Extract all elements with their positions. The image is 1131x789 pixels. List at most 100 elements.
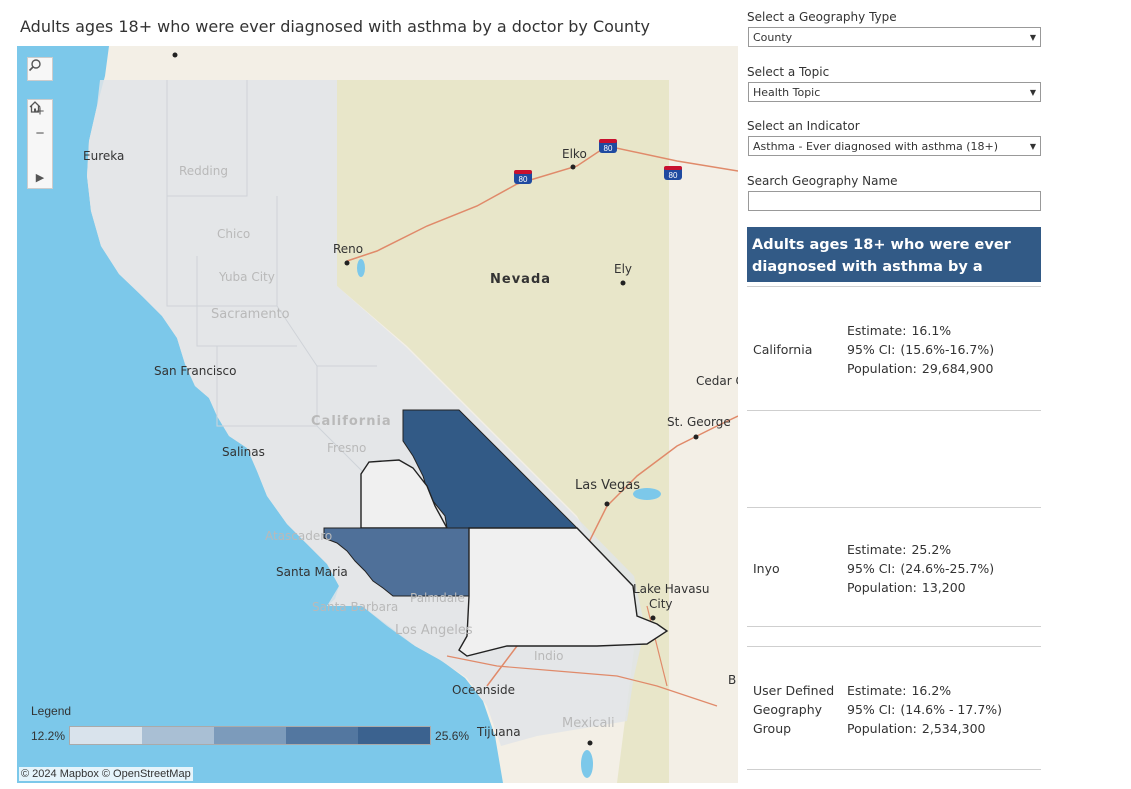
topic-label: Select a Topic	[747, 65, 830, 79]
ci-label: 95% CI:	[847, 702, 896, 717]
lake-tahoe	[357, 259, 365, 277]
interstate-80-shield-3-text: 80	[669, 171, 678, 180]
label-los-angeles: Los Angeles	[395, 623, 473, 638]
legend-swatch-4	[286, 727, 359, 744]
label-las-vegas: Las Vegas	[575, 478, 640, 493]
dot-las-vegas	[604, 501, 610, 507]
topic-value: Health Topic	[753, 85, 821, 99]
ci-value: (14.6% - 17.7%)	[900, 702, 1003, 717]
search-geography-input[interactable]	[748, 191, 1041, 211]
map[interactable]: 80 80 80 Eureka Elko Reno Nevada Ely Red…	[17, 46, 738, 783]
legend-max: 25.6%	[435, 728, 470, 743]
label-atascadero: Atascadero	[265, 529, 333, 543]
zoom-out-icon[interactable]: −	[28, 122, 52, 144]
label-sacramento: Sacramento	[211, 307, 290, 322]
interstate-80-shield-1-text: 80	[519, 175, 528, 184]
label-salinas: Salinas	[222, 445, 265, 459]
label-redding: Redding	[179, 164, 228, 178]
estimate-label: Estimate:	[847, 542, 907, 557]
salton-sea	[581, 750, 593, 778]
ci-label: 95% CI:	[847, 561, 896, 576]
divider	[747, 646, 1041, 647]
legend-min: 12.2%	[31, 728, 66, 743]
label-st-george: St. George	[667, 415, 731, 429]
divider	[747, 626, 1041, 627]
name-line: Geography	[753, 702, 823, 717]
label-santa-maria: Santa Maria	[276, 565, 348, 579]
population-label: Population:	[847, 721, 917, 736]
label-oceanside: Oceanside	[452, 683, 515, 697]
label-elko: Elko	[562, 147, 587, 161]
dot-elko	[570, 164, 576, 170]
ci-label: 95% CI:	[847, 342, 896, 357]
population-label: Population:	[847, 580, 917, 595]
label-chico: Chico	[217, 227, 251, 241]
population-label: Population:	[847, 361, 917, 376]
estimate-value: 16.2%	[911, 683, 952, 698]
indicator-label: Select an Indicator	[747, 119, 860, 133]
page-title: Adults ages 18+ who were ever diagnosed …	[20, 17, 650, 36]
legend-title: Legend	[31, 704, 72, 718]
legend-bar	[69, 726, 432, 745]
label-tijuana: Tijuana	[477, 725, 521, 739]
map-zoom-controls[interactable]: + − ▶	[27, 99, 53, 189]
divider	[747, 410, 1041, 411]
indicator-header: Adults ages 18+ who were ever diagnosed …	[747, 227, 1041, 297]
label-eureka: Eureka	[83, 149, 125, 163]
interstate-80-shield-2-text: 80	[604, 144, 613, 153]
label-palmdale: Palmdale	[410, 591, 465, 605]
label-california: California	[311, 414, 392, 429]
result-stats-user-defined: Estimate: 16.2% 95% CI: (14.6% - 17.7%) Po…	[847, 681, 1002, 738]
search-icon[interactable]	[28, 58, 52, 80]
legend-swatch-2	[142, 727, 215, 744]
dot-st-george	[693, 434, 699, 440]
divider	[747, 286, 1041, 287]
play-icon[interactable]: ▶	[28, 166, 52, 188]
chevron-down-icon: ▼	[1029, 87, 1036, 97]
label-cedar-city: Cedar C	[696, 374, 738, 388]
dot-havasu	[650, 615, 656, 621]
label-mexicali: Mexicali	[562, 716, 615, 731]
label-havasu-city: City	[649, 597, 673, 611]
divider	[747, 507, 1041, 508]
estimate-label: Estimate:	[847, 323, 907, 338]
result-name-user-defined: User Defined Geography Group	[753, 681, 834, 738]
home-icon[interactable]	[28, 101, 52, 166]
label-reno: Reno	[333, 242, 364, 256]
estimate-label: Estimate:	[847, 683, 907, 698]
population-value: 13,200	[921, 580, 966, 595]
map-search-control[interactable]	[27, 57, 53, 81]
geography-type-value: County	[753, 30, 793, 44]
label-lake-havasu: Lake Havasu	[633, 582, 710, 596]
label-fresno: Fresno	[327, 441, 367, 455]
legend-swatch-5	[358, 727, 431, 744]
population-value: 29,684,900	[921, 361, 994, 376]
label-yuba-city: Yuba City	[219, 270, 275, 284]
map-credit[interactable]: © 2024 Mapbox © OpenStreetMap	[19, 767, 193, 781]
name-line: Group	[753, 721, 792, 736]
dot-ely	[620, 280, 626, 286]
geography-type-label: Select a Geography Type	[747, 10, 897, 24]
indicator-select[interactable]: Asthma - Ever diagnosed with asthma (18+…	[748, 136, 1041, 156]
dot-tijuana	[587, 740, 593, 746]
divider	[747, 769, 1041, 770]
geography-type-select[interactable]: County ▼	[748, 27, 1041, 47]
legend-swatch-3	[214, 727, 287, 744]
search-geography-label: Search Geography Name	[747, 174, 898, 188]
estimate-value: 16.1%	[911, 323, 952, 338]
label-nevada: Nevada	[490, 272, 552, 287]
indicator-value: Asthma - Ever diagnosed with asthma (18+…	[753, 139, 998, 153]
estimate-value: 25.2%	[911, 542, 952, 557]
label-indio: Indio	[534, 649, 564, 663]
legend: Legend 12.2% 25.6%	[31, 704, 481, 745]
chevron-down-icon: ▼	[1029, 32, 1036, 42]
legend-swatch-1	[70, 727, 143, 744]
label-santa-barbara: Santa Barbara	[312, 600, 399, 614]
topic-select[interactable]: Health Topic ▼	[748, 82, 1041, 102]
label-ely: Ely	[614, 262, 633, 276]
name-line: User Defined	[753, 683, 835, 698]
chevron-down-icon: ▼	[1029, 141, 1036, 151]
dot-reno	[344, 260, 350, 266]
population-value: 2,534,300	[921, 721, 986, 736]
result-name-california: California	[753, 342, 813, 357]
